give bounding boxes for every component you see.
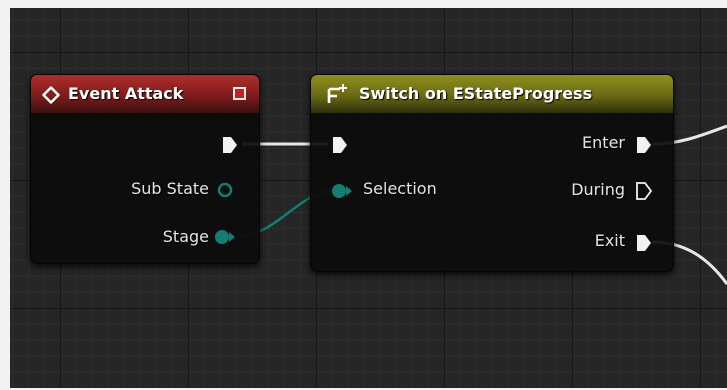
- sub-state-pin-label: Sub State: [131, 179, 209, 198]
- exit-exec-output-pin[interactable]: [635, 233, 653, 253]
- exec-output-pin[interactable]: [221, 135, 239, 155]
- during-pin-label: During: [571, 180, 625, 199]
- enter-pin-label: Enter: [582, 133, 625, 152]
- blueprint-graph-canvas[interactable]: Event Attack Sub State Stage Switch on E…: [10, 8, 727, 388]
- exec-input-pin[interactable]: [331, 135, 349, 155]
- switch-node-header[interactable]: Switch on EStateProgress: [311, 75, 673, 113]
- switch-on-estateprogress-node[interactable]: Switch on EStateProgress Selection Enter…: [310, 74, 674, 272]
- enter-exec-output-pin[interactable]: [635, 135, 653, 155]
- during-exec-output-pin[interactable]: [635, 181, 653, 201]
- sub-state-output-pin[interactable]: [215, 180, 235, 200]
- stage-pin-label: Stage: [162, 227, 209, 246]
- selection-input-pin[interactable]: [329, 181, 353, 201]
- exit-pin-label: Exit: [594, 231, 625, 250]
- switch-function-icon: [327, 84, 347, 103]
- switch-node-title: Switch on EStateProgress: [359, 84, 593, 103]
- diamond-outline-icon: [42, 86, 60, 104]
- event-attack-node[interactable]: Event Attack Sub State Stage: [30, 74, 260, 264]
- stage-output-pin[interactable]: [213, 227, 237, 247]
- event-attack-title: Event Attack: [68, 84, 184, 103]
- event-attack-header[interactable]: Event Attack: [31, 75, 259, 113]
- red-square-delegate-icon[interactable]: [233, 87, 246, 100]
- selection-pin-label: Selection: [363, 179, 437, 198]
